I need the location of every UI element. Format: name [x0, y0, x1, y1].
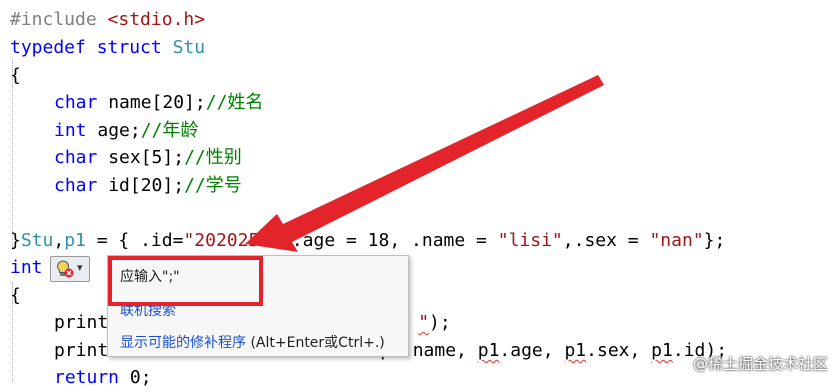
annotation-arrow	[245, 75, 604, 252]
watermark: @稀土掘金技术社区	[692, 355, 828, 373]
